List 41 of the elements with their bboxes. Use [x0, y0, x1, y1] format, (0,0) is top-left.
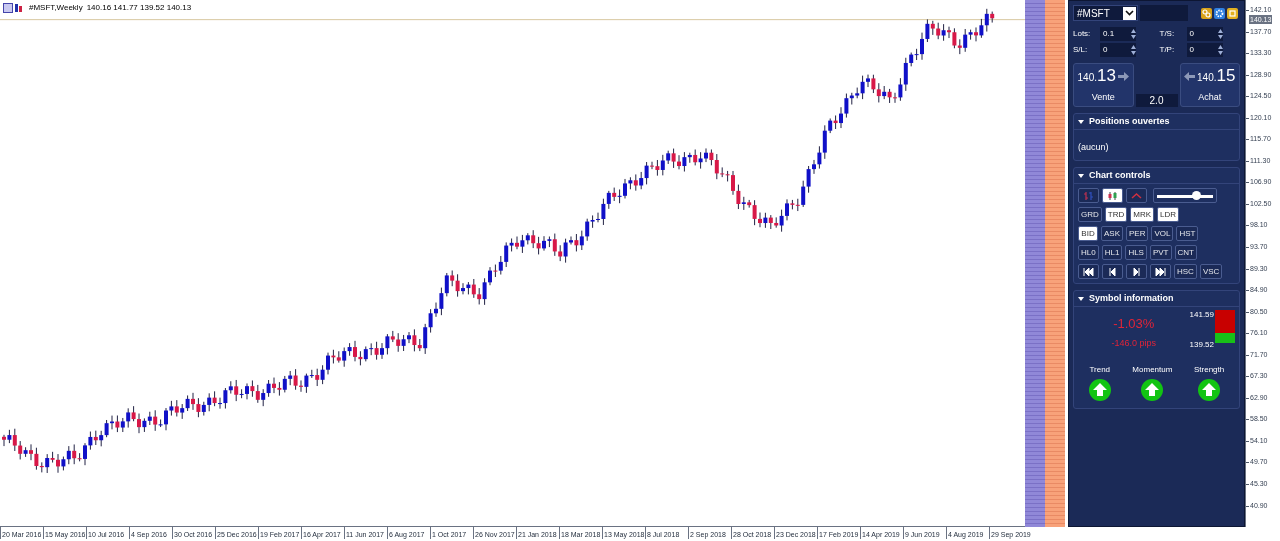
- symbol-select[interactable]: #MSFT: [1073, 5, 1138, 21]
- spin-field[interactable]: 0.1: [1100, 27, 1136, 41]
- percent-change: -1.03%: [1113, 315, 1155, 333]
- ohlc-values: 140.16 141.77 139.52 140.13: [86, 2, 192, 14]
- pips-change: -146.0 pips: [1111, 336, 1157, 350]
- control-button[interactable]: ASK: [1101, 226, 1123, 241]
- section-title[interactable]: Chart controls: [1089, 168, 1151, 183]
- field-label: Lots:: [1073, 28, 1092, 40]
- low-price: 139.52: [1189, 340, 1214, 350]
- field-label: T/P:: [1159, 44, 1176, 56]
- indicator-label: Trend: [1089, 364, 1111, 376]
- spin-field[interactable]: 0: [1186, 43, 1223, 57]
- positions-text: (aucun): [1078, 142, 1109, 152]
- control-button[interactable]: HLS: [1125, 245, 1147, 260]
- control-button[interactable]: HL0: [1078, 245, 1099, 260]
- control-button[interactable]: BID: [1078, 226, 1098, 241]
- control-button[interactable]: VSC: [1199, 264, 1223, 279]
- field-label: T/S:: [1159, 28, 1176, 40]
- control-button[interactable]: CNT: [1174, 245, 1197, 260]
- control-button[interactable]: HL1: [1101, 245, 1123, 260]
- high-price: 141.59: [1189, 310, 1214, 320]
- control-button[interactable]: GRD: [1078, 207, 1102, 222]
- sell-button[interactable]: 140.13 Vente: [1073, 63, 1134, 107]
- section-title[interactable]: Positions ouvertes: [1089, 114, 1170, 129]
- control-button[interactable]: VOL: [1151, 226, 1174, 241]
- control-button[interactable]: MRK: [1130, 207, 1154, 222]
- control-button[interactable]: HSC: [1174, 264, 1197, 279]
- indicator-label: Momentum: [1132, 364, 1173, 376]
- control-button[interactable]: LDR: [1157, 207, 1180, 222]
- buy-button[interactable]: 140.15 Achat: [1179, 63, 1240, 107]
- chart-title: #MSFT,Weekly: [29, 2, 83, 14]
- spin-field[interactable]: 0: [1186, 27, 1223, 41]
- control-button[interactable]: PER: [1126, 226, 1149, 241]
- control-button[interactable]: PVT: [1149, 245, 1172, 260]
- control-button[interactable]: HST: [1176, 226, 1199, 241]
- section-title[interactable]: Symbol information: [1089, 291, 1174, 306]
- indicator-label: Strength: [1193, 364, 1225, 376]
- control-button[interactable]: TRD: [1104, 207, 1128, 222]
- spin-field[interactable]: 0: [1100, 43, 1136, 57]
- spread-field: 2.0: [1135, 94, 1178, 107]
- field-label: S/L:: [1073, 44, 1089, 56]
